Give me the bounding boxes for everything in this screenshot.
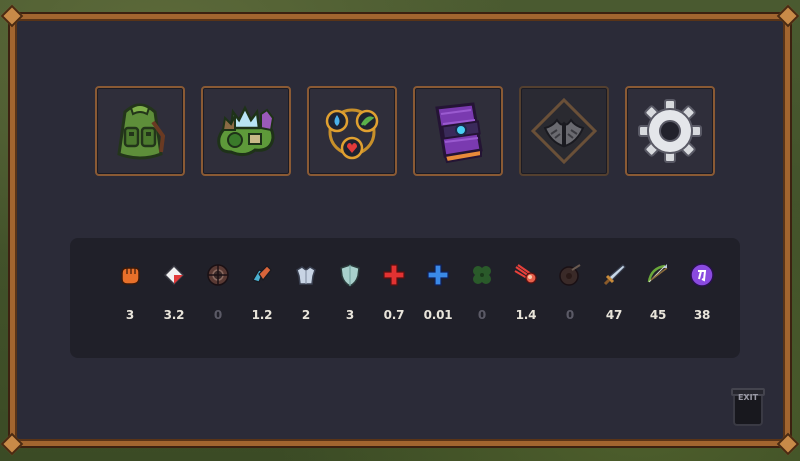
stat-defense: 3 [330,262,370,332]
stat-melee: 47 [594,262,634,332]
character-stats-panel: 3 3.2 0 1.2 2 3 0.7 0.01 0 1.4 0 47 45 3… [70,238,740,358]
frame-corner [0,4,24,28]
backpack-icon [117,103,166,160]
stat-value: 3.2 [163,308,185,322]
stat-accuracy: 0 [198,262,238,332]
frame-corner [0,432,24,456]
stat-health-regen: 0.7 [374,262,414,332]
stat-value: 1.2 [251,308,273,322]
settings-button[interactable] [625,86,715,176]
stat-ranged: 45 [638,262,678,332]
stat-magic: 38 [682,262,722,332]
frame-corner [776,432,800,456]
exit-label: EXIT [737,393,759,402]
stat-value: 0.01 [423,308,453,322]
blue-cross-icon [427,264,449,286]
fist-icon [121,267,140,285]
spellbook-button[interactable] [413,86,503,176]
stat-fire: 1.4 [506,262,546,332]
armor-icon [296,266,316,285]
map-button[interactable] [201,86,291,176]
stat-strength: 3 [110,262,150,332]
sword-icon [603,264,626,286]
menu-window: 3 3.2 0 1.2 2 3 0.7 0.01 0 1.4 0 47 45 3… [0,4,800,456]
comet-icon [514,264,537,284]
stat-value: 0.7 [383,308,405,322]
skill-orbs-icon [325,108,379,160]
bow-icon [647,264,668,283]
magic-orb-icon [690,263,714,287]
stat-value: 3 [345,308,355,322]
stat-value: 47 [605,308,623,322]
stat-block: 0 [550,262,590,332]
world-map-icon [217,105,275,157]
frame-corner [776,4,800,28]
stat-critical: 3.2 [154,262,194,332]
exit-button[interactable]: EXIT [731,386,765,426]
target-icon [207,264,229,286]
stat-value: 45 [649,308,667,322]
clover-icon [473,266,491,284]
shield-icon [340,264,360,287]
stat-speed: 1.2 [242,262,282,332]
stat-value: 0 [213,308,223,322]
wings-button[interactable] [519,86,609,176]
wings-icon [530,97,598,165]
inventory-button[interactable] [95,86,185,176]
menu-buttons [95,86,715,176]
stat-luck: 0 [462,262,502,332]
red-cross-icon [383,264,405,286]
stat-value: 3 [125,308,135,322]
stat-mana-regen: 0.01 [418,262,458,332]
boots-icon [252,265,272,283]
spellbook-icon [435,102,483,164]
skills-button[interactable] [307,86,397,176]
stat-value: 2 [301,308,311,322]
round-shield-icon [559,264,581,286]
stat-value: 38 [693,308,711,322]
stat-value: 1.4 [515,308,537,322]
stat-value: 0 [477,308,487,322]
gear-icon [638,99,702,163]
stat-value: 0 [565,308,575,322]
stat-armor: 2 [286,262,326,332]
card-icon [163,264,185,286]
